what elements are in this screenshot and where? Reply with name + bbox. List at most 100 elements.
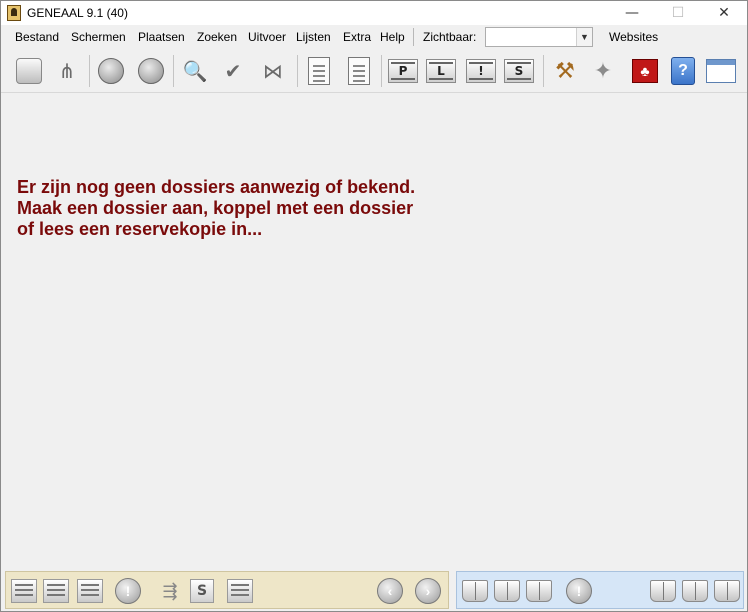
bottom-exclamation-button[interactable]: !: [114, 577, 142, 605]
toolbar-separator: [89, 55, 90, 87]
zichtbaar-dropdown[interactable]: ▼: [485, 27, 593, 47]
book-export-button[interactable]: [713, 577, 741, 605]
menu-plaatsen[interactable]: Plaatsen: [138, 30, 185, 44]
book-note-icon: [526, 580, 552, 602]
no-dossier-notice: Er zijn nog geen dossiers aanwezig of be…: [17, 177, 487, 240]
edit-person-icon: [138, 58, 164, 84]
report-icon: [308, 57, 330, 85]
menu-help[interactable]: Help: [380, 30, 405, 44]
relations-icon: ⋈: [263, 59, 283, 83]
bottom-person-button[interactable]: [10, 577, 38, 605]
l-list-icon: L: [426, 59, 456, 83]
toolbar-separator: [381, 55, 382, 87]
document-button[interactable]: [343, 55, 375, 87]
s-icon: S: [190, 579, 214, 603]
chevron-down-icon[interactable]: ▼: [576, 28, 592, 46]
bottom-forward-button[interactable]: ›: [414, 577, 442, 605]
arrow-left-icon: ‹: [377, 578, 403, 604]
bottom-tree-button[interactable]: ⇶: [156, 577, 184, 605]
add-person-icon: [98, 58, 124, 84]
s-list-icon: S: [504, 59, 534, 83]
minimize-button[interactable]: —: [609, 1, 655, 25]
window-button[interactable]: [705, 55, 737, 87]
notice-line: Maak een dossier aan, koppel met een dos…: [17, 198, 414, 218]
toolbar-separator: [297, 55, 298, 87]
settings-button[interactable]: ⚒: [549, 55, 581, 87]
bottom-edit-button[interactable]: [42, 577, 70, 605]
help-icon: ?: [671, 57, 695, 85]
menu-schermen[interactable]: Schermen: [71, 30, 126, 44]
pedigree-arrow-icon: ⇶: [162, 580, 178, 602]
bottom-notice-card-button[interactable]: [76, 577, 104, 605]
arrow-right-icon: ›: [415, 578, 441, 604]
menu-websites[interactable]: Websites: [609, 30, 658, 44]
puzzle-icon: ✦: [593, 58, 613, 84]
p-list-icon: P: [388, 59, 418, 83]
tools-icon: ⚒: [555, 58, 575, 84]
bottom-left-toolbar: ! ⇶ S ‹ ›: [5, 571, 449, 609]
notice-line: of lees een reservekopie in...: [17, 219, 263, 239]
zichtbaar-label: Zichtbaar:: [423, 30, 477, 44]
notice-line: Er zijn nog geen dossiers aanwezig of be…: [17, 177, 416, 197]
bottom-list-button[interactable]: [226, 577, 254, 605]
window-title: GENEAAL 9.1 (40): [27, 6, 128, 20]
book-import-button[interactable]: [649, 577, 677, 605]
tree-button[interactable]: ♣: [629, 55, 661, 87]
exclamation-icon: !: [115, 578, 141, 604]
report-button[interactable]: [303, 55, 335, 87]
menu-extra[interactable]: Extra: [343, 30, 371, 44]
edit-card-icon: [43, 579, 69, 603]
plugins-button[interactable]: ✦: [587, 55, 619, 87]
search-person-icon: 🔍: [182, 59, 208, 83]
toolbar-separator: [543, 55, 544, 87]
dossier-icon: [16, 58, 42, 84]
person-card-icon: [11, 579, 37, 603]
search-person-button[interactable]: 🔍: [179, 55, 211, 87]
document-icon: [348, 57, 370, 85]
menu-bar: Bestand Schermen Plaatsen Zoeken Uitvoer…: [1, 25, 747, 49]
menu-uitvoer[interactable]: Uitvoer: [248, 30, 286, 44]
main-area: Er zijn nog geen dossiers aanwezig of be…: [1, 94, 747, 570]
bottom-sources-button[interactable]: S: [188, 577, 216, 605]
app-window: GENEAAL 9.1 (40) — ☐ ✕ Bestand Schermen …: [0, 0, 748, 612]
toolbar: ⋔ 🔍 ✔ ⋈ P L ! S ⚒ ✦ ♣ ?: [1, 49, 747, 93]
pedigree-button[interactable]: ⋔: [51, 55, 83, 87]
menu-zoeken[interactable]: Zoeken: [197, 30, 237, 44]
book-read-button[interactable]: [681, 577, 709, 605]
places-list-button[interactable]: L: [425, 55, 457, 87]
persons-list-button[interactable]: P: [387, 55, 419, 87]
book-read-icon: [682, 580, 708, 602]
book-exclamation-button[interactable]: !: [565, 577, 593, 605]
list-icon: [227, 579, 253, 603]
dossier-open-button[interactable]: [13, 55, 45, 87]
exclamation-list-icon: !: [466, 59, 496, 83]
menu-bestand[interactable]: Bestand: [15, 30, 59, 44]
book-icon: [462, 580, 488, 602]
maximize-button[interactable]: ☐: [655, 1, 701, 25]
bottom-back-button[interactable]: ‹: [376, 577, 404, 605]
menu-separator: [413, 28, 414, 46]
toolbar-separator: [173, 55, 174, 87]
exclamation-icon: !: [566, 578, 592, 604]
window-icon: [706, 59, 736, 83]
book-note-button[interactable]: [525, 577, 553, 605]
geneaal-app-icon: [7, 5, 21, 21]
book-edit-icon: [494, 580, 520, 602]
family-tree-icon: ⋔: [58, 59, 76, 83]
red-tree-icon: ♣: [632, 59, 658, 83]
notice-card-icon: [77, 579, 103, 603]
sources-list-button[interactable]: S: [503, 55, 535, 87]
help-button[interactable]: ?: [667, 55, 699, 87]
book-open-button[interactable]: [461, 577, 489, 605]
book-export-icon: [714, 580, 740, 602]
relations-button[interactable]: ⋈: [257, 55, 289, 87]
add-person-button[interactable]: [95, 55, 127, 87]
menu-lijsten[interactable]: Lijsten: [296, 30, 331, 44]
book-import-icon: [650, 580, 676, 602]
close-button[interactable]: ✕: [701, 1, 747, 25]
book-edit-button[interactable]: [493, 577, 521, 605]
checklist-button[interactable]: ✔: [217, 55, 249, 87]
notices-list-button[interactable]: !: [465, 55, 497, 87]
checklist-icon: ✔: [224, 59, 242, 83]
edit-person-button[interactable]: [135, 55, 167, 87]
